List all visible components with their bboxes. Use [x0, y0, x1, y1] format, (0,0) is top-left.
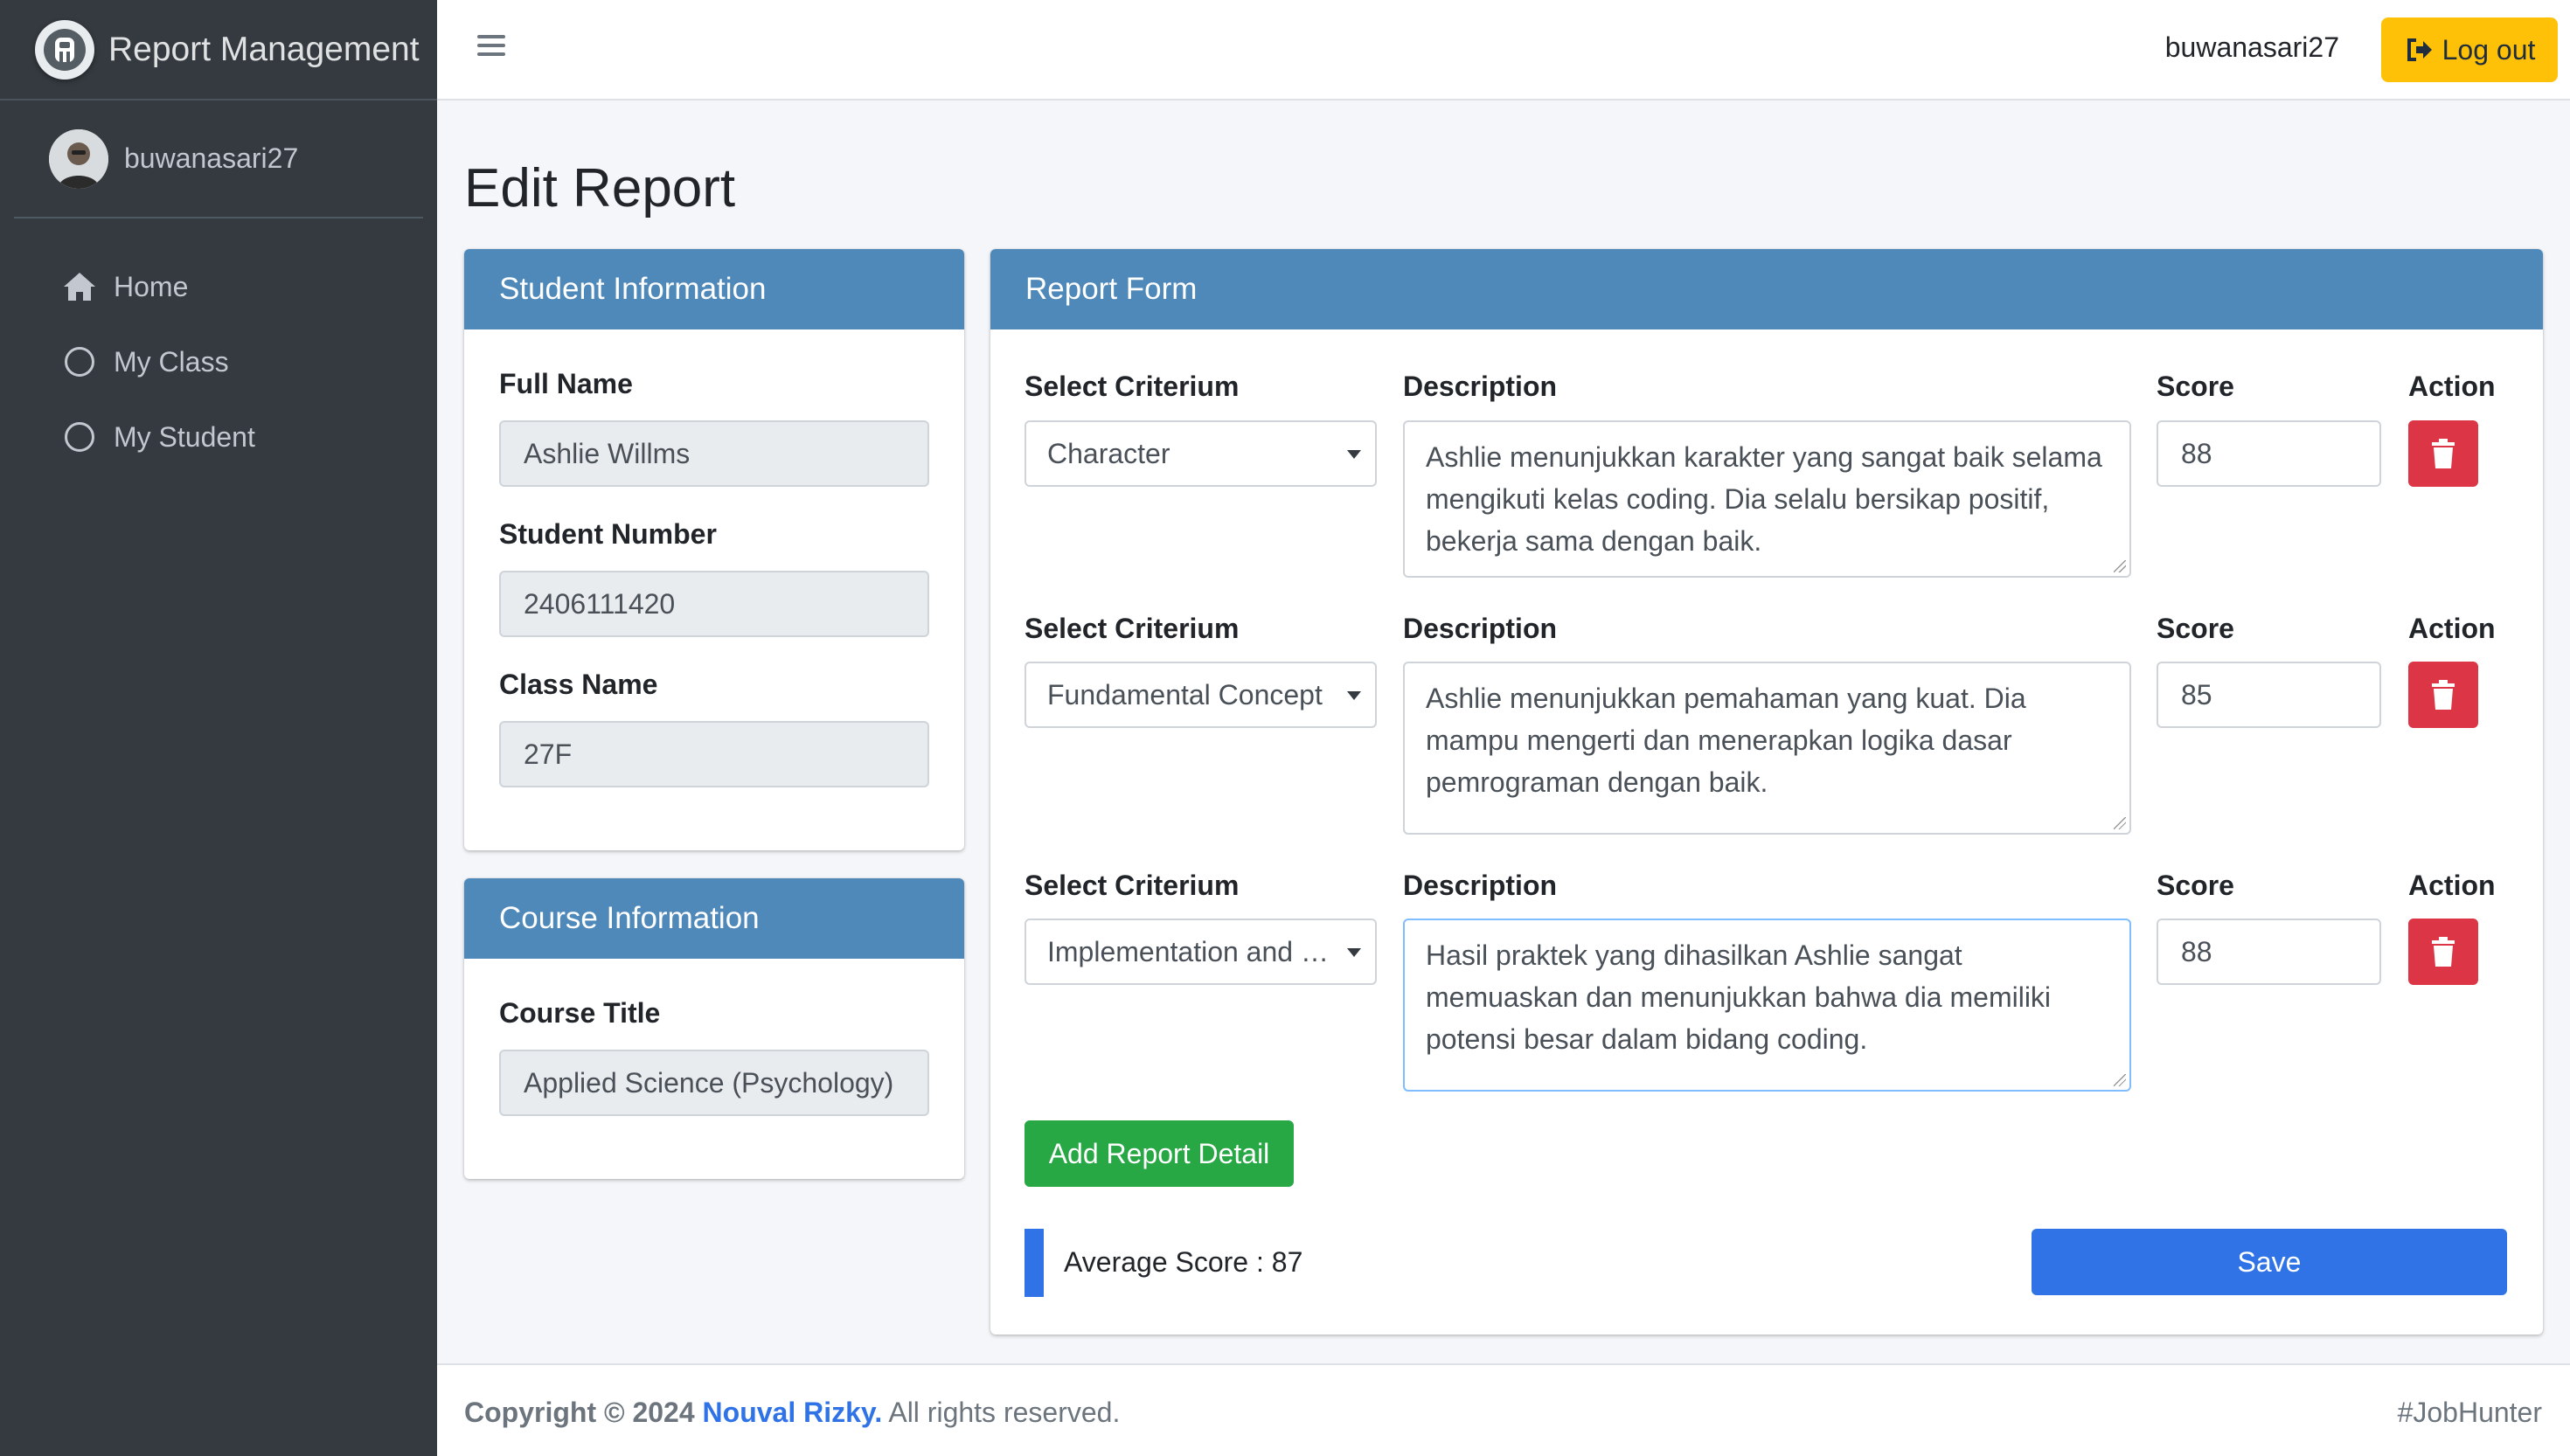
student-number-label: Student Number — [499, 518, 717, 550]
topbar-username[interactable]: buwanasari27 — [2165, 31, 2339, 64]
resize-handle-icon[interactable] — [2114, 1074, 2126, 1086]
criterium-label: Select Criterium — [1025, 870, 1240, 901]
sign-out-icon — [2407, 38, 2432, 61]
sidebar: Report Management buwanasari27 Home My C… — [0, 0, 437, 1456]
score-label: Score — [2157, 870, 2234, 901]
resize-handle-icon[interactable] — [2114, 560, 2126, 572]
copyright-text: Copyright © 2024 — [464, 1397, 695, 1428]
sidebar-username: buwanasari27 — [124, 142, 299, 174]
score-label: Score — [2157, 371, 2234, 402]
full-name-label: Full Name — [499, 368, 633, 399]
logout-label: Log out — [2442, 33, 2536, 66]
menu-toggle-icon[interactable] — [474, 30, 509, 65]
action-label: Action — [2408, 870, 2496, 901]
chevron-down-icon — [1347, 450, 1361, 459]
description-text: Ashlie menunjukkan pemahaman yang kuat. … — [1426, 683, 2026, 798]
description-label: Description — [1403, 613, 1558, 644]
student-info-header: Student Information — [464, 249, 964, 329]
average-score: Average Score : 87 — [1064, 1246, 1303, 1278]
description-textarea[interactable]: Hasil praktek yang dihasilkan Ashlie san… — [1403, 919, 2131, 1092]
sidebar-item-label: My Student — [114, 420, 255, 453]
score-input[interactable]: 88 — [2157, 420, 2381, 487]
footer-copyright: Copyright © 2024 Nouval Rizky. All right… — [464, 1397, 1120, 1429]
resize-handle-icon[interactable] — [2114, 817, 2126, 829]
page-title: Edit Report — [464, 158, 736, 218]
average-accent-bar — [1025, 1229, 1044, 1297]
delete-row-button[interactable] — [2408, 662, 2478, 728]
trash-icon — [2432, 439, 2455, 468]
brand[interactable]: Report Management — [0, 0, 437, 101]
course-title-label: Course Title — [499, 997, 661, 1029]
sidebar-item-label: Home — [114, 270, 189, 302]
criterium-label: Select Criterium — [1025, 371, 1240, 402]
avatar — [49, 128, 108, 189]
student-info-card: Student Information Full Name Ashlie Wil… — [464, 249, 964, 850]
user-panel[interactable]: buwanasari27 — [14, 101, 423, 218]
trash-icon — [2432, 937, 2455, 967]
score-input[interactable]: 88 — [2157, 919, 2381, 985]
description-textarea[interactable]: Ashlie menunjukkan pemahaman yang kuat. … — [1403, 662, 2131, 835]
course-title-field: Applied Science (Psychology) — [499, 1050, 929, 1116]
criterium-select[interactable]: Character — [1025, 420, 1377, 487]
app-logo — [35, 19, 94, 80]
sidebar-nav: Home My Class My Student — [0, 218, 437, 470]
sidebar-item-label: My Class — [114, 345, 229, 378]
class-name-label: Class Name — [499, 669, 658, 700]
class-name-field: 27F — [499, 721, 929, 787]
criterium-value: Implementation and Problem Solving — [1047, 935, 1336, 967]
course-info-card: Course Information Course Title Applied … — [464, 878, 964, 1179]
circle-icon — [61, 419, 98, 455]
description-textarea[interactable]: Ashlie menunjukkan karakter yang sangat … — [1403, 420, 2131, 578]
delete-row-button[interactable] — [2408, 919, 2478, 985]
full-name-field: Ashlie Willms — [499, 420, 929, 487]
delete-row-button[interactable] — [2408, 420, 2478, 487]
trash-icon — [2432, 680, 2455, 710]
score-label: Score — [2157, 613, 2234, 644]
logout-button[interactable]: Log out — [2381, 17, 2558, 82]
report-form-header: Report Form — [990, 249, 2543, 329]
save-button[interactable]: Save — [2032, 1229, 2507, 1295]
criterium-select[interactable]: Implementation and Problem Solving — [1025, 919, 1377, 985]
description-text: Hasil praktek yang dihasilkan Ashlie san… — [1426, 939, 2052, 1055]
add-report-detail-button[interactable]: Add Report Detail — [1025, 1120, 1294, 1187]
criterium-label: Select Criterium — [1025, 613, 1240, 644]
action-label: Action — [2408, 613, 2496, 644]
rights-text: All rights reserved. — [888, 1397, 1121, 1428]
description-text: Ashlie menunjukkan karakter yang sangat … — [1426, 441, 2102, 557]
student-number-field: 2406111420 — [499, 571, 929, 637]
chevron-down-icon — [1347, 691, 1361, 700]
description-label: Description — [1403, 870, 1558, 901]
sidebar-item-my-student[interactable]: My Student — [14, 404, 423, 470]
app-title: Report Management — [108, 30, 420, 68]
chevron-down-icon — [1347, 948, 1361, 957]
circle-icon — [61, 343, 98, 380]
description-label: Description — [1403, 371, 1558, 402]
sidebar-item-home[interactable]: Home — [14, 253, 423, 320]
criterium-select[interactable]: Fundamental Concept — [1025, 662, 1377, 728]
criterium-value: Character — [1047, 437, 1170, 469]
author-link[interactable]: Nouval Rizky. — [703, 1397, 883, 1428]
topbar: buwanasari27 Log out — [437, 0, 2570, 101]
home-icon — [61, 268, 98, 305]
criterium-value: Fundamental Concept — [1047, 678, 1323, 711]
score-input[interactable]: 85 — [2157, 662, 2381, 728]
action-label: Action — [2408, 371, 2496, 402]
course-info-header: Course Information — [464, 878, 964, 959]
footer: Copyright © 2024 Nouval Rizky. All right… — [437, 1363, 2570, 1456]
sidebar-item-my-class[interactable]: My Class — [14, 329, 423, 395]
footer-tag: #JobHunter — [2397, 1397, 2542, 1428]
